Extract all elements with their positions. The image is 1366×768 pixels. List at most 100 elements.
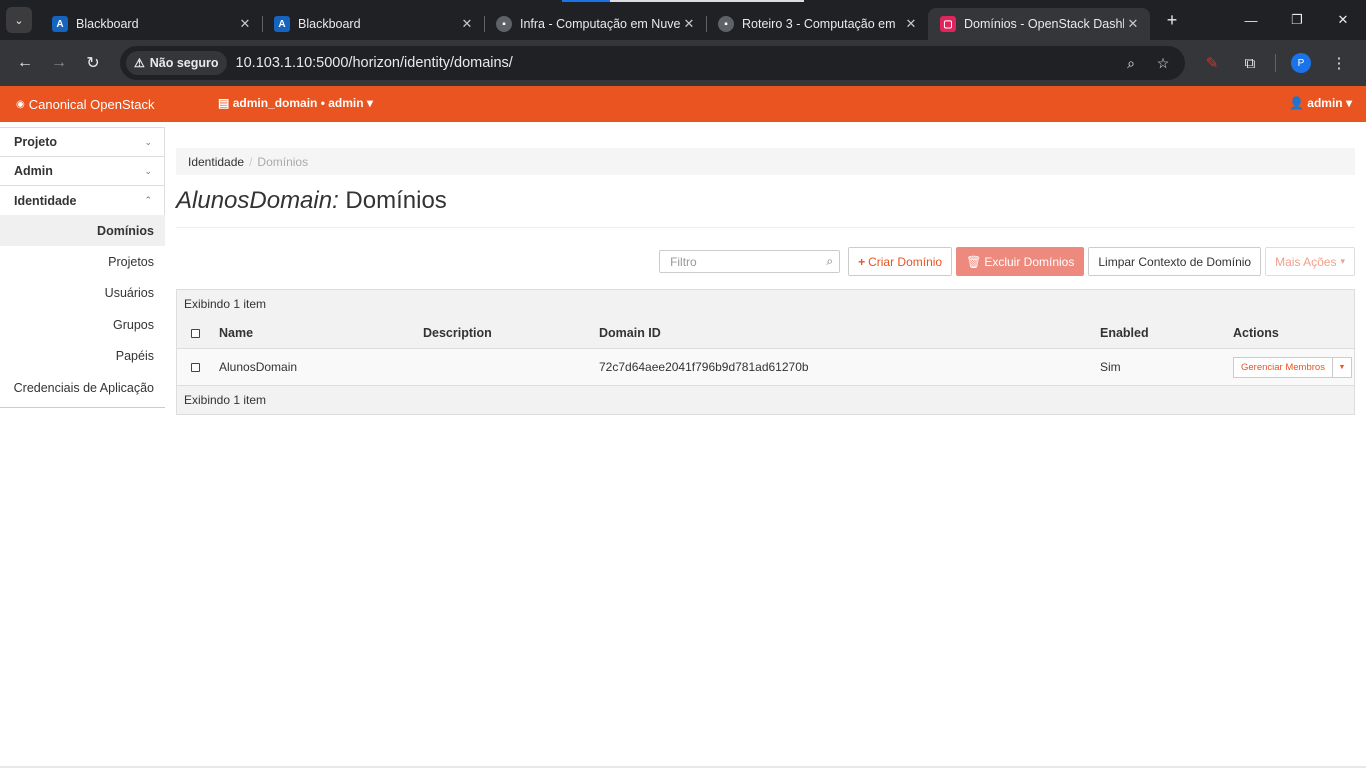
create-domain-button[interactable]: + Criar Domínio	[848, 247, 953, 276]
restore-icon[interactable]: ❐	[1274, 0, 1320, 40]
arrow-left-icon: ←	[17, 54, 33, 71]
sidebar-item-label: Credenciais de Aplicação	[13, 380, 154, 395]
server-icon: ▤	[218, 96, 230, 110]
row-enabled: Sim	[1100, 360, 1121, 374]
breadcrumb-separator: /	[249, 154, 253, 169]
col-domain-id[interactable]: Domain ID	[599, 326, 661, 340]
sidebar-panel-label: Admin	[14, 164, 53, 178]
user-menu[interactable]: 👤 admin ▾	[1289, 96, 1352, 110]
window-controls: — ❐ ✕	[1228, 0, 1366, 40]
star-icon[interactable]: ☆	[1147, 55, 1179, 72]
close-icon[interactable]: ✕	[902, 16, 920, 32]
manage-members-button[interactable]: Gerenciar Membros	[1233, 356, 1333, 378]
address-bar[interactable]: ⚠ Não seguro 10.103.1.10:5000/horizon/id…	[120, 46, 1185, 80]
url-text[interactable]: 10.103.1.10:5000/horizon/identity/domain…	[236, 55, 1115, 71]
reload-icon: ↻	[86, 55, 100, 72]
delete-domains-button[interactable]: 🗑 Excluir Domínios	[956, 247, 1085, 276]
brand-label: Canonical OpenStack	[28, 96, 155, 112]
create-domain-label: Criar Domínio	[868, 254, 943, 269]
tab-title: Domínios - OpenStack Dashboard	[964, 17, 1124, 31]
table-footer: Exibindo 1 item	[177, 385, 1354, 414]
chevron-up-icon: ⌃	[144, 195, 152, 205]
book-icon: ▪	[718, 16, 734, 32]
sidebar-panel-projeto[interactable]: Projeto ⌄	[0, 127, 165, 157]
col-actions: Actions	[1233, 326, 1279, 340]
filter-input[interactable]	[670, 254, 827, 269]
close-window-icon[interactable]: ✕	[1320, 0, 1366, 40]
pen-extension-icon[interactable]: ✎	[1193, 54, 1231, 72]
chevron-down-icon: ⌄	[14, 14, 24, 27]
close-icon[interactable]: ✕	[680, 16, 698, 32]
select-all-checkbox[interactable]	[191, 328, 200, 338]
breadcrumb-root[interactable]: Identidade	[188, 155, 244, 169]
plus-icon: +	[858, 254, 866, 269]
sidebar-items: Domínios Projetos Usuários Grupos Papéis…	[0, 215, 165, 409]
trash-icon: 🗑	[966, 254, 982, 269]
col-description[interactable]: Description	[423, 326, 492, 340]
blackboard-icon: A	[52, 16, 68, 32]
close-icon[interactable]: ✕	[458, 16, 476, 32]
browser-tab-active[interactable]: ▢ Domínios - OpenStack Dashboard ✕	[928, 8, 1150, 40]
more-actions-button[interactable]: Mais Ações ▾	[1265, 247, 1355, 276]
caret-down-icon: ▾	[366, 96, 373, 110]
puzzle-icon[interactable]: ⧉	[1231, 55, 1269, 72]
brand-logo[interactable]: ◉ Canonical OpenStack	[16, 97, 154, 112]
sidebar-item-label: Domínios	[97, 223, 154, 238]
close-icon[interactable]: ✕	[236, 16, 254, 32]
security-label: Não seguro	[149, 56, 219, 70]
browser-tab-1[interactable]: A Blackboard ✕	[40, 8, 263, 40]
forward-button[interactable]: →	[42, 46, 76, 80]
browser-tab-4[interactable]: ▪ Roteiro 3 - Computação em ✕	[706, 8, 928, 40]
context-selector[interactable]: ▤ admin_domain • admin ▾	[218, 96, 373, 110]
tab-search-button[interactable]: ⌄	[6, 7, 32, 33]
caret-down-icon: ▾	[1340, 256, 1345, 266]
kebab-menu-icon[interactable]: ⋮	[1320, 54, 1358, 72]
search-icon[interactable]: ⌕	[826, 254, 833, 269]
table-summary: Exibindo 1 item	[177, 290, 1354, 318]
reload-button[interactable]: ↻	[76, 46, 110, 80]
sidebar-item-papeis[interactable]: Papéis	[0, 341, 165, 372]
page-title-text: Domínios	[345, 187, 447, 214]
row-actions-dropdown[interactable]: ▼	[1332, 356, 1352, 378]
browser-tab-bar: ⌄ A Blackboard ✕ A Blackboard ✕ ▪ Infra …	[0, 0, 1366, 40]
clear-domain-context-button[interactable]: Limpar Contexto de Domínio	[1088, 247, 1262, 276]
row-checkbox[interactable]	[191, 362, 200, 372]
col-enabled[interactable]: Enabled	[1100, 326, 1149, 340]
toolbar-right: ✎ ⧉ P ⋮	[1193, 53, 1358, 73]
sidebar-item-usuarios[interactable]: Usuários	[0, 278, 165, 309]
tab-title: Roteiro 3 - Computação em	[742, 17, 896, 31]
col-name[interactable]: Name	[219, 326, 253, 340]
security-chip[interactable]: ⚠ Não seguro	[126, 51, 227, 75]
user-icon: 👤	[1288, 96, 1304, 110]
row-action-group: Gerenciar Membros ▼	[1233, 356, 1352, 378]
loading-indicator	[562, 0, 804, 2]
browser-tab-3[interactable]: ▪ Infra - Computação em Nuvem ✕	[484, 8, 707, 40]
chevron-down-icon: ⌄	[144, 136, 152, 147]
sidebar-item-grupos[interactable]: Grupos	[0, 309, 165, 340]
breadcrumb: Identidade / Domínios	[176, 148, 1355, 175]
book-icon: ▪	[496, 16, 512, 32]
tab-title: Infra - Computação em Nuvem	[520, 17, 680, 31]
new-tab-button[interactable]: +	[1154, 10, 1190, 31]
more-actions-label: Mais Ações	[1275, 254, 1337, 269]
page-title-domain: AlunosDomain:	[176, 187, 339, 214]
sidebar-item-credenciais[interactable]: Credenciais de Aplicação	[0, 372, 165, 403]
back-button[interactable]: ←	[8, 46, 42, 80]
close-icon[interactable]: ✕	[1124, 16, 1142, 32]
sidebar-item-dominios[interactable]: Domínios	[0, 215, 165, 247]
main-content: Identidade / Domínios AlunosDomain: Domí…	[176, 122, 1355, 415]
row-name[interactable]: AlunosDomain	[219, 360, 297, 374]
table-header: Name Description Domain ID Enabled Actio…	[177, 318, 1354, 349]
page-content: Projeto ⌄ Admin ⌄ Identidade ⌃ Domínios …	[0, 122, 1366, 768]
sidebar-item-projetos[interactable]: Projetos	[0, 246, 165, 277]
sidebar-panel-identidade[interactable]: Identidade ⌃	[0, 185, 165, 215]
context-label: admin_domain • admin	[232, 96, 364, 110]
sidebar-panel-admin[interactable]: Admin ⌄	[0, 156, 165, 186]
browser-tab-2[interactable]: A Blackboard ✕	[262, 8, 485, 40]
profile-avatar[interactable]: P	[1291, 53, 1311, 73]
page-title: AlunosDomain: Domínios	[176, 187, 1355, 228]
arrow-right-icon: →	[51, 54, 67, 71]
openstack-logo-icon: ◉	[16, 98, 25, 110]
minimize-icon[interactable]: —	[1228, 0, 1274, 40]
zoom-icon[interactable]: ⌕	[1115, 55, 1147, 72]
